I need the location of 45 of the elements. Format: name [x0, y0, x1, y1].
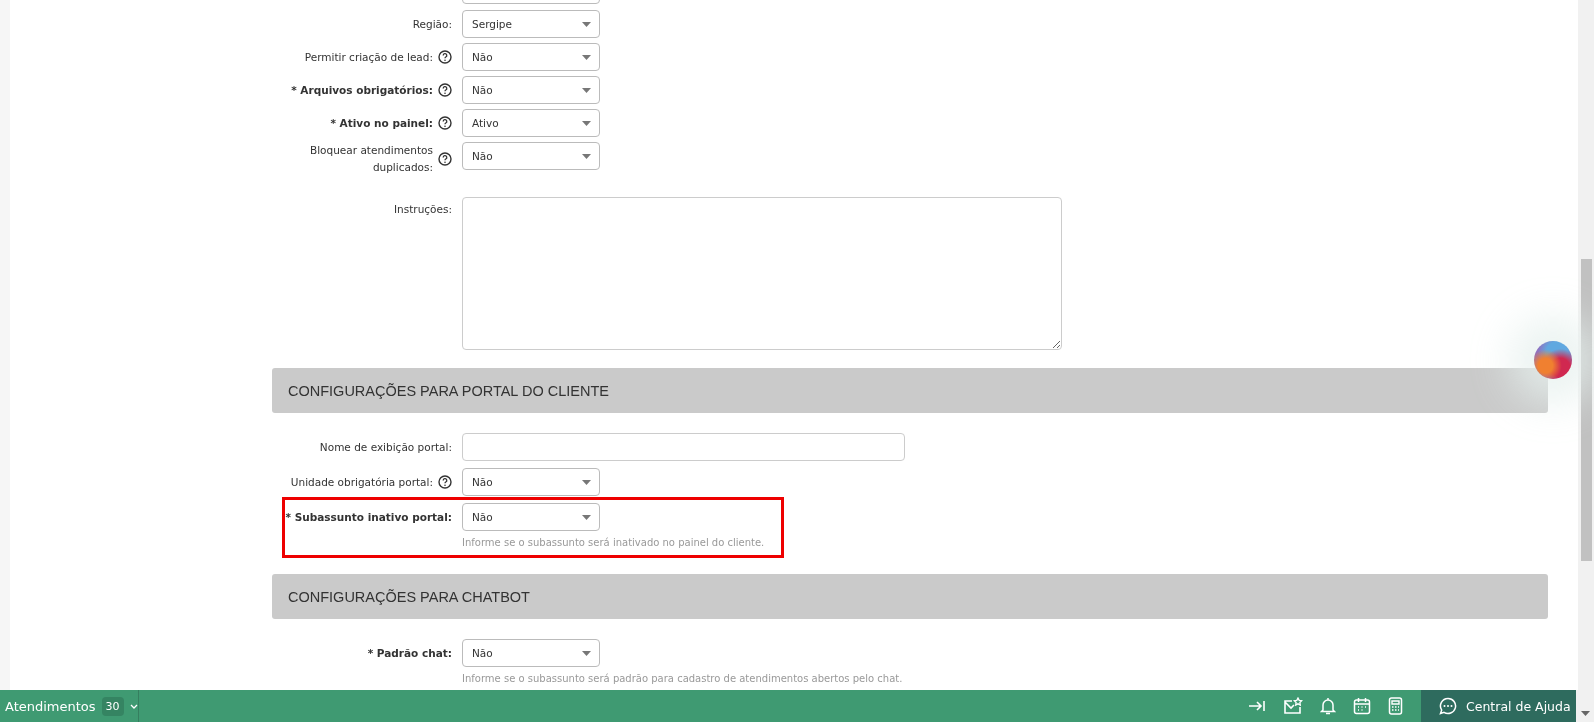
chat-bubble-icon [1439, 697, 1457, 715]
field-label: * Padrão chat: [367, 645, 452, 661]
field-label: Unidade obrigatória portal: [290, 474, 433, 490]
help-icon[interactable] [438, 116, 452, 130]
calendar-icon[interactable] [1353, 697, 1371, 715]
caret-icon [582, 650, 591, 656]
section-header: CONFIGURAÇÕES PARA CHATBOT [272, 574, 1548, 619]
select-field[interactable]: Não [462, 76, 600, 104]
field-label: * Arquivos obrigatórios: [291, 82, 433, 98]
help-icon[interactable] [438, 475, 452, 489]
help-icon[interactable] [438, 152, 452, 166]
field-label: Bloquear atendimentos duplicados: [308, 143, 433, 175]
field-hint: Informe se o subassunto será inativado no painel do cliente. [462, 537, 766, 548]
scroll-down-arrow-icon[interactable] [1580, 711, 1590, 716]
select-field[interactable]: Sergipe [462, 10, 600, 38]
select-field[interactable]: Não [462, 142, 600, 170]
queue-count: 30 [101, 696, 124, 716]
field-label: * Ativo no painel: [330, 115, 433, 131]
field-label: Instruções: [394, 201, 452, 217]
field-label: * Subassunto inativo portal: [285, 509, 452, 525]
calculator-icon[interactable] [1388, 697, 1403, 715]
field-label: Região: [412, 16, 452, 32]
field-label: Permitir criação de lead: [304, 49, 433, 65]
select-field[interactable]: Não [462, 43, 600, 71]
select-field[interactable]: Ativo [462, 109, 600, 137]
mail-star-icon[interactable] [1283, 697, 1303, 715]
help-icon[interactable] [438, 83, 452, 97]
help-icon[interactable] [438, 50, 452, 64]
caret-icon [582, 120, 591, 126]
help-center-button[interactable]: Central de Ajuda [1421, 690, 1576, 722]
select-field[interactable]: Não [462, 468, 600, 496]
bell-icon[interactable] [1320, 697, 1336, 715]
arrow-to-bar-icon[interactable] [1248, 699, 1266, 713]
caret-icon [582, 54, 591, 60]
caret-icon [582, 514, 591, 520]
caret-icon [582, 21, 591, 27]
select-field[interactable]: Não [462, 639, 600, 667]
field-hint: Informe se o subassunto será padrão para cadastro de atendimentos abertos pelo chat. [462, 673, 904, 684]
field-label: Nome de exibição portal: [319, 439, 452, 455]
caret-icon [582, 153, 591, 159]
caret-icon [582, 479, 591, 485]
chevron-down-icon[interactable] [129, 703, 138, 709]
select-field[interactable]: Não [462, 503, 600, 531]
section-header: CONFIGURAÇÕES PARA PORTAL DO CLIENTE [272, 368, 1548, 413]
caret-icon [582, 87, 591, 93]
